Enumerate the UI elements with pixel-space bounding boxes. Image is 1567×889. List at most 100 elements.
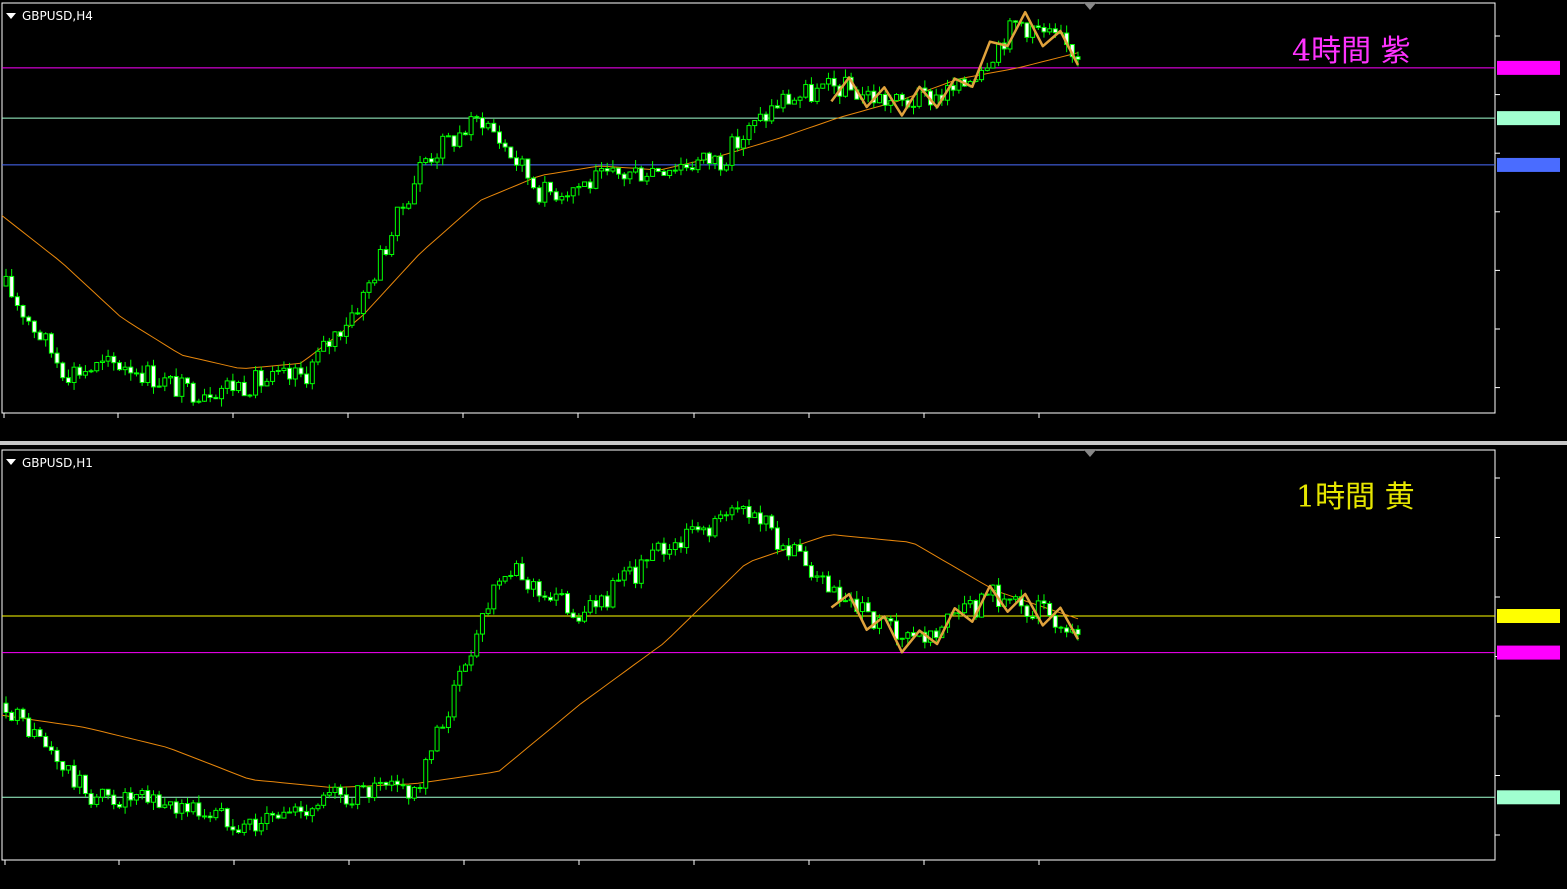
h1-candle-body [888,618,894,622]
h1-candle-body [672,542,678,551]
h4-candle-body [236,381,242,392]
h4-candle-body [582,181,588,188]
h1-candle-body [967,600,973,605]
h1-candle-body [372,782,378,799]
h1-candle-body [275,814,281,819]
h4-candle-body [559,195,565,201]
h1-candle-body [1007,598,1013,601]
h1-candle-body [519,563,525,581]
h1-candle-body [309,808,315,817]
h1-candle-body [389,780,395,786]
h1-candle-body [701,527,707,531]
h4-candle-body [627,171,633,180]
h4-candle-body [553,191,559,201]
h4-candle-body [77,366,83,376]
h1-candle-body [54,749,60,763]
h1-candle-body [270,812,276,816]
h1-mint-level-price-badge [1497,790,1560,805]
panel-separator[interactable] [0,441,1567,445]
h4-candle-body [457,132,463,147]
h1-candle-body [797,544,803,552]
h4-candle-body [803,84,809,98]
h1-candle-body [173,801,179,814]
h4-candle-body [48,333,54,354]
h4-candle-body [797,96,803,101]
h4-candle-body [247,394,253,397]
h4-candle-body [746,125,752,141]
h4-candle-body [292,367,298,380]
h1-candle-body [1052,615,1058,628]
h4-candle-body [82,371,88,376]
h1-candle-body [1013,596,1019,600]
h1-candle-body [133,794,139,801]
h4-candle-body [366,282,372,293]
h4-candle-body [71,366,77,384]
h4-candle-body [1075,56,1081,60]
h1-candle-body [899,637,905,640]
h4-candle-body [400,206,406,209]
h1-candle-body [321,794,327,806]
h1-candle-body [145,789,151,803]
h4-candle-body [672,169,678,172]
h1-candle-body [559,593,565,596]
h1-magenta-level-price-badge [1497,645,1560,660]
h4-candle-body [712,155,718,165]
chart-window: GBPUSD,H4 4時間 紫 GBPUSD,H1 1時間 黄 [0,0,1567,889]
h1-candle-body [763,515,769,525]
h4-candle-body [213,396,219,400]
h4-candle-body [695,159,701,171]
h1-candle-body [94,796,100,805]
h4-candle-body [411,183,417,205]
h1-candle-body [394,780,400,786]
h1-candle-body [343,794,349,805]
h1-candle-body [1064,627,1070,633]
h1-candle-body [865,602,871,613]
h1-candle-body [638,559,644,584]
h4-candle-body [150,365,156,388]
h4-candle-body [536,187,542,203]
h1-candle-body [599,595,605,608]
h1-candle-body [338,786,344,796]
h1-candle-body [281,811,287,819]
h1-candle-body [77,774,83,788]
h4-candle-body [253,370,259,396]
h4-candle-body [196,400,202,403]
h4-candle-body [576,186,582,189]
h1-candle-body [202,815,208,818]
h1-candle-body [451,684,457,718]
h1-candle-body [820,575,826,578]
h4-candle-body [1052,28,1058,34]
h4-candle-body [406,203,412,209]
h4-candle-body [372,279,378,284]
h1-candle-body [644,559,650,562]
h4-candle-body [633,167,639,173]
h1-candle-body [650,549,656,561]
h4-candle-body [565,195,571,198]
h4-candle-body [468,116,474,136]
h1-candle-body [1047,602,1053,617]
h1-candle-body [1030,615,1036,619]
h4-candle-body [122,366,128,371]
h1-candle-body [304,811,310,817]
h4-candle-body [689,167,695,171]
h4-candle-body [462,132,468,136]
h4-candle-body [162,377,168,387]
h1-candle-body [859,602,865,613]
h1-candle-body [236,829,242,833]
h4-candle-body [757,113,763,122]
h1-candle-body [627,566,633,572]
h4-candle-body [814,87,820,102]
h4-candle-body [281,367,287,372]
h1-candle-body [803,550,809,567]
h4-candle-body [825,77,831,85]
h4-candle-body [865,90,871,96]
h1-candle-body [565,593,571,614]
h1-candle-body [678,542,684,549]
h1-candle-body [542,595,548,598]
h1-candle-body [752,512,758,519]
h1-candle-body [3,702,9,713]
h4-candle-body [94,361,100,372]
h4-candle-body [911,105,917,108]
h1-candle-body [474,633,480,657]
h1-candle-body [633,566,639,584]
